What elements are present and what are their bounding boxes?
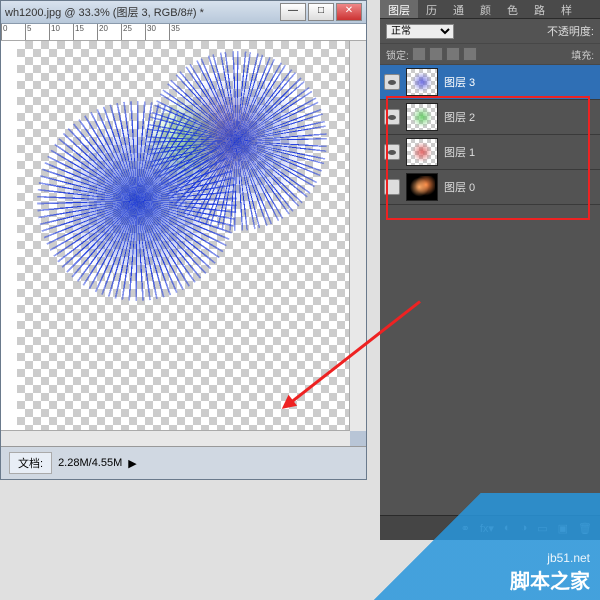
tab-3[interactable]: 颜 <box>472 0 499 18</box>
doc-title: wh1200.jpg @ 33.3% (图层 3, RGB/8#) * <box>5 4 278 20</box>
lock-pixels-icon[interactable] <box>429 47 443 61</box>
status-arrow-icon[interactable]: ▶ <box>128 457 136 470</box>
artwork-blue-1 <box>37 101 237 301</box>
opacity-label: 不透明度: <box>547 23 594 39</box>
ruler-vertical[interactable] <box>1 41 18 431</box>
annotation-box <box>386 96 590 220</box>
canvas-wrap <box>1 41 350 431</box>
lock-transparency-icon[interactable] <box>412 47 426 61</box>
tab-channels[interactable]: 通 <box>445 0 472 18</box>
watermark-url: jb51.net <box>547 551 590 565</box>
canvas[interactable] <box>17 41 350 431</box>
tab-4[interactable]: 色 <box>499 0 526 18</box>
lock-all-icon[interactable] <box>463 47 477 61</box>
fill-label: 填充: <box>571 47 594 62</box>
tab-history[interactable]: 历 <box>418 0 445 18</box>
watermark: jb51.net 脚本之家 <box>330 493 600 600</box>
status-tab[interactable]: 文档: <box>9 452 52 474</box>
panel-tabs: 图层 历 通 颜 色 路 样 <box>380 0 600 19</box>
layers-panel: 图层 历 通 颜 色 路 样 正常 不透明度: 锁定: 填充: 图层 3 图层 … <box>380 0 600 540</box>
status-bar: 文档: 2.28M/4.55M ▶ <box>1 446 366 479</box>
title-bar[interactable]: wh1200.jpg @ 33.3% (图层 3, RGB/8#) * — □ … <box>1 1 366 24</box>
scrollbar-horizontal[interactable] <box>1 430 350 447</box>
layer-thumbnail[interactable] <box>406 68 438 96</box>
document-window: wh1200.jpg @ 33.3% (图层 3, RGB/8#) * — □ … <box>0 0 367 480</box>
status-docsize: 2.28M/4.55M <box>58 457 122 469</box>
close-button[interactable]: ✕ <box>336 3 362 21</box>
lock-position-icon[interactable] <box>446 47 460 61</box>
layer-row[interactable]: 图层 3 <box>380 65 600 100</box>
lock-label: 锁定: <box>386 47 409 62</box>
tab-5[interactable]: 路 <box>526 0 553 18</box>
blend-mode-select[interactable]: 正常 <box>386 24 454 39</box>
tab-6[interactable]: 样 <box>553 0 580 18</box>
minimize-button[interactable]: — <box>280 3 306 21</box>
scrollbar-vertical[interactable] <box>349 41 366 431</box>
watermark-text: 脚本之家 <box>510 565 590 594</box>
ruler-horizontal[interactable]: 05101520253035 <box>1 24 366 41</box>
tab-layers[interactable]: 图层 <box>380 0 418 18</box>
blend-row: 正常 不透明度: <box>380 19 600 44</box>
layer-name[interactable]: 图层 3 <box>444 74 475 90</box>
maximize-button[interactable]: □ <box>308 3 334 21</box>
lock-row: 锁定: 填充: <box>380 44 600 65</box>
visibility-toggle[interactable] <box>384 74 400 90</box>
